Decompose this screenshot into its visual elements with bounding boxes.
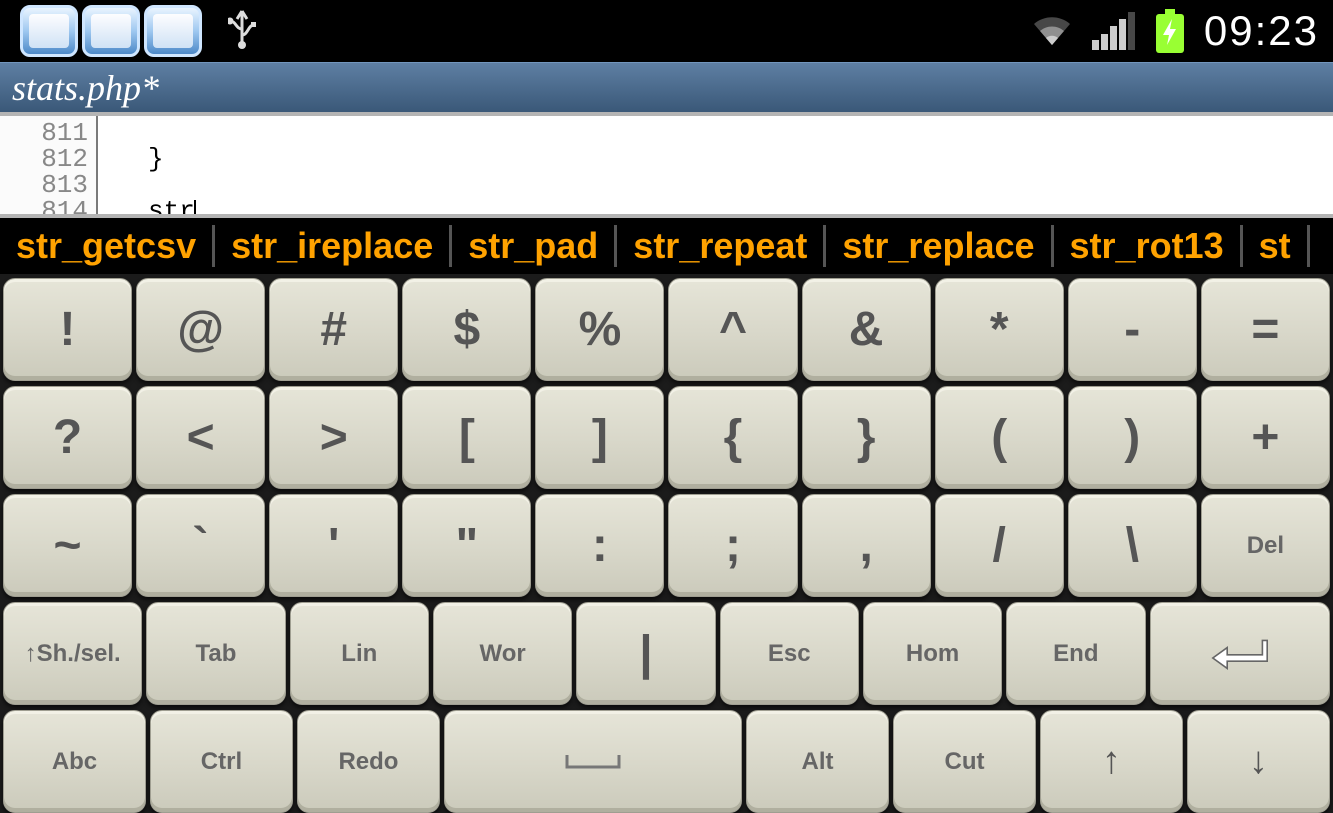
key-gt[interactable]: > <box>269 386 398 489</box>
key-backslash[interactable]: \ <box>1068 494 1197 597</box>
key-pipe[interactable]: | <box>576 602 715 705</box>
ac-suggestion[interactable]: str_getcsv <box>0 225 215 267</box>
line-number: 812 <box>0 146 88 172</box>
title-bar: stats.php* <box>0 62 1333 112</box>
line-number: 811 <box>0 120 88 146</box>
key-dollar[interactable]: $ <box>402 278 531 381</box>
wifi-icon <box>1030 13 1074 49</box>
recent-app-icon[interactable] <box>144 5 202 57</box>
key-cut[interactable]: Cut <box>893 710 1036 813</box>
battery-charging-icon <box>1154 9 1186 53</box>
recent-apps <box>20 5 206 57</box>
key-home[interactable]: Hom <box>863 602 1002 705</box>
key-comma[interactable]: , <box>802 494 931 597</box>
document-title: stats.php* <box>12 67 159 109</box>
key-enter[interactable] <box>1150 602 1331 705</box>
key-minus[interactable]: - <box>1068 278 1197 381</box>
usb-icon <box>228 5 256 58</box>
code-line[interactable]: str <box>148 198 663 218</box>
key-equals[interactable]: = <box>1201 278 1330 381</box>
key-semicolon[interactable]: ; <box>668 494 797 597</box>
key-lbracket[interactable]: [ <box>402 386 531 489</box>
line-gutter: 811 812 813 814 <box>0 116 98 214</box>
key-up[interactable]: ↑ <box>1040 710 1183 813</box>
key-hash[interactable]: # <box>269 278 398 381</box>
key-plus[interactable]: + <box>1201 386 1330 489</box>
key-lt[interactable]: < <box>136 386 265 489</box>
key-squote[interactable]: ' <box>269 494 398 597</box>
recent-app-icon[interactable] <box>82 5 140 57</box>
text-cursor <box>194 200 196 218</box>
signal-icon <box>1092 12 1136 50</box>
key-tab[interactable]: Tab <box>146 602 285 705</box>
key-exclaim[interactable]: ! <box>3 278 132 381</box>
status-bar: 09:23 <box>0 0 1333 62</box>
line-number: 814 <box>0 198 88 218</box>
key-rbracket[interactable]: ] <box>535 386 664 489</box>
key-word[interactable]: Wor <box>433 602 572 705</box>
key-down[interactable]: ↓ <box>1187 710 1330 813</box>
key-line[interactable]: Lin <box>290 602 429 705</box>
key-abc[interactable]: Abc <box>3 710 146 813</box>
key-space[interactable] <box>444 710 742 813</box>
key-lbrace[interactable]: { <box>668 386 797 489</box>
ac-suggestion[interactable]: str_replace <box>826 225 1053 267</box>
key-dquote[interactable]: " <box>402 494 531 597</box>
autocomplete-bar: str_getcsv str_ireplace str_pad str_repe… <box>0 218 1333 274</box>
key-redo[interactable]: Redo <box>297 710 440 813</box>
recent-app-icon[interactable] <box>20 5 78 57</box>
key-question[interactable]: ? <box>3 386 132 489</box>
ac-suggestion[interactable]: str_ireplace <box>215 225 452 267</box>
clock: 09:23 <box>1204 7 1319 55</box>
key-end[interactable]: End <box>1006 602 1145 705</box>
key-tilde[interactable]: ~ <box>3 494 132 597</box>
key-star[interactable]: * <box>935 278 1064 381</box>
line-number: 813 <box>0 172 88 198</box>
on-screen-keyboard: ! @ # $ % ^ & * - = ? < > [ ] { } ( ) + … <box>0 274 1333 813</box>
key-at[interactable]: @ <box>136 278 265 381</box>
key-shift-select[interactable]: ↑Sh./sel. <box>3 602 142 705</box>
key-amp[interactable]: & <box>802 278 931 381</box>
ac-suggestion[interactable]: str_rot13 <box>1054 225 1243 267</box>
key-alt[interactable]: Alt <box>746 710 889 813</box>
ac-suggestion[interactable]: str_pad <box>452 225 617 267</box>
key-colon[interactable]: : <box>535 494 664 597</box>
key-caret[interactable]: ^ <box>668 278 797 381</box>
ac-suggestion[interactable]: str_repeat <box>617 225 826 267</box>
ac-suggestion[interactable]: st <box>1243 225 1310 267</box>
key-esc[interactable]: Esc <box>720 602 859 705</box>
key-ctrl[interactable]: Ctrl <box>150 710 293 813</box>
key-rparen[interactable]: ) <box>1068 386 1197 489</box>
key-lparen[interactable]: ( <box>935 386 1064 489</box>
code-editor[interactable]: 811 812 813 814 } str echo '<br>'; $days… <box>0 112 1333 218</box>
key-backtick[interactable]: ` <box>136 494 265 597</box>
key-percent[interactable]: % <box>535 278 664 381</box>
code-content[interactable]: } str echo '<br>'; $days=$nonEmptyCols/(… <box>98 116 663 214</box>
key-slash[interactable]: / <box>935 494 1064 597</box>
key-del[interactable]: Del <box>1201 494 1330 597</box>
key-rbrace[interactable]: } <box>802 386 931 489</box>
code-line[interactable]: } <box>148 146 663 172</box>
